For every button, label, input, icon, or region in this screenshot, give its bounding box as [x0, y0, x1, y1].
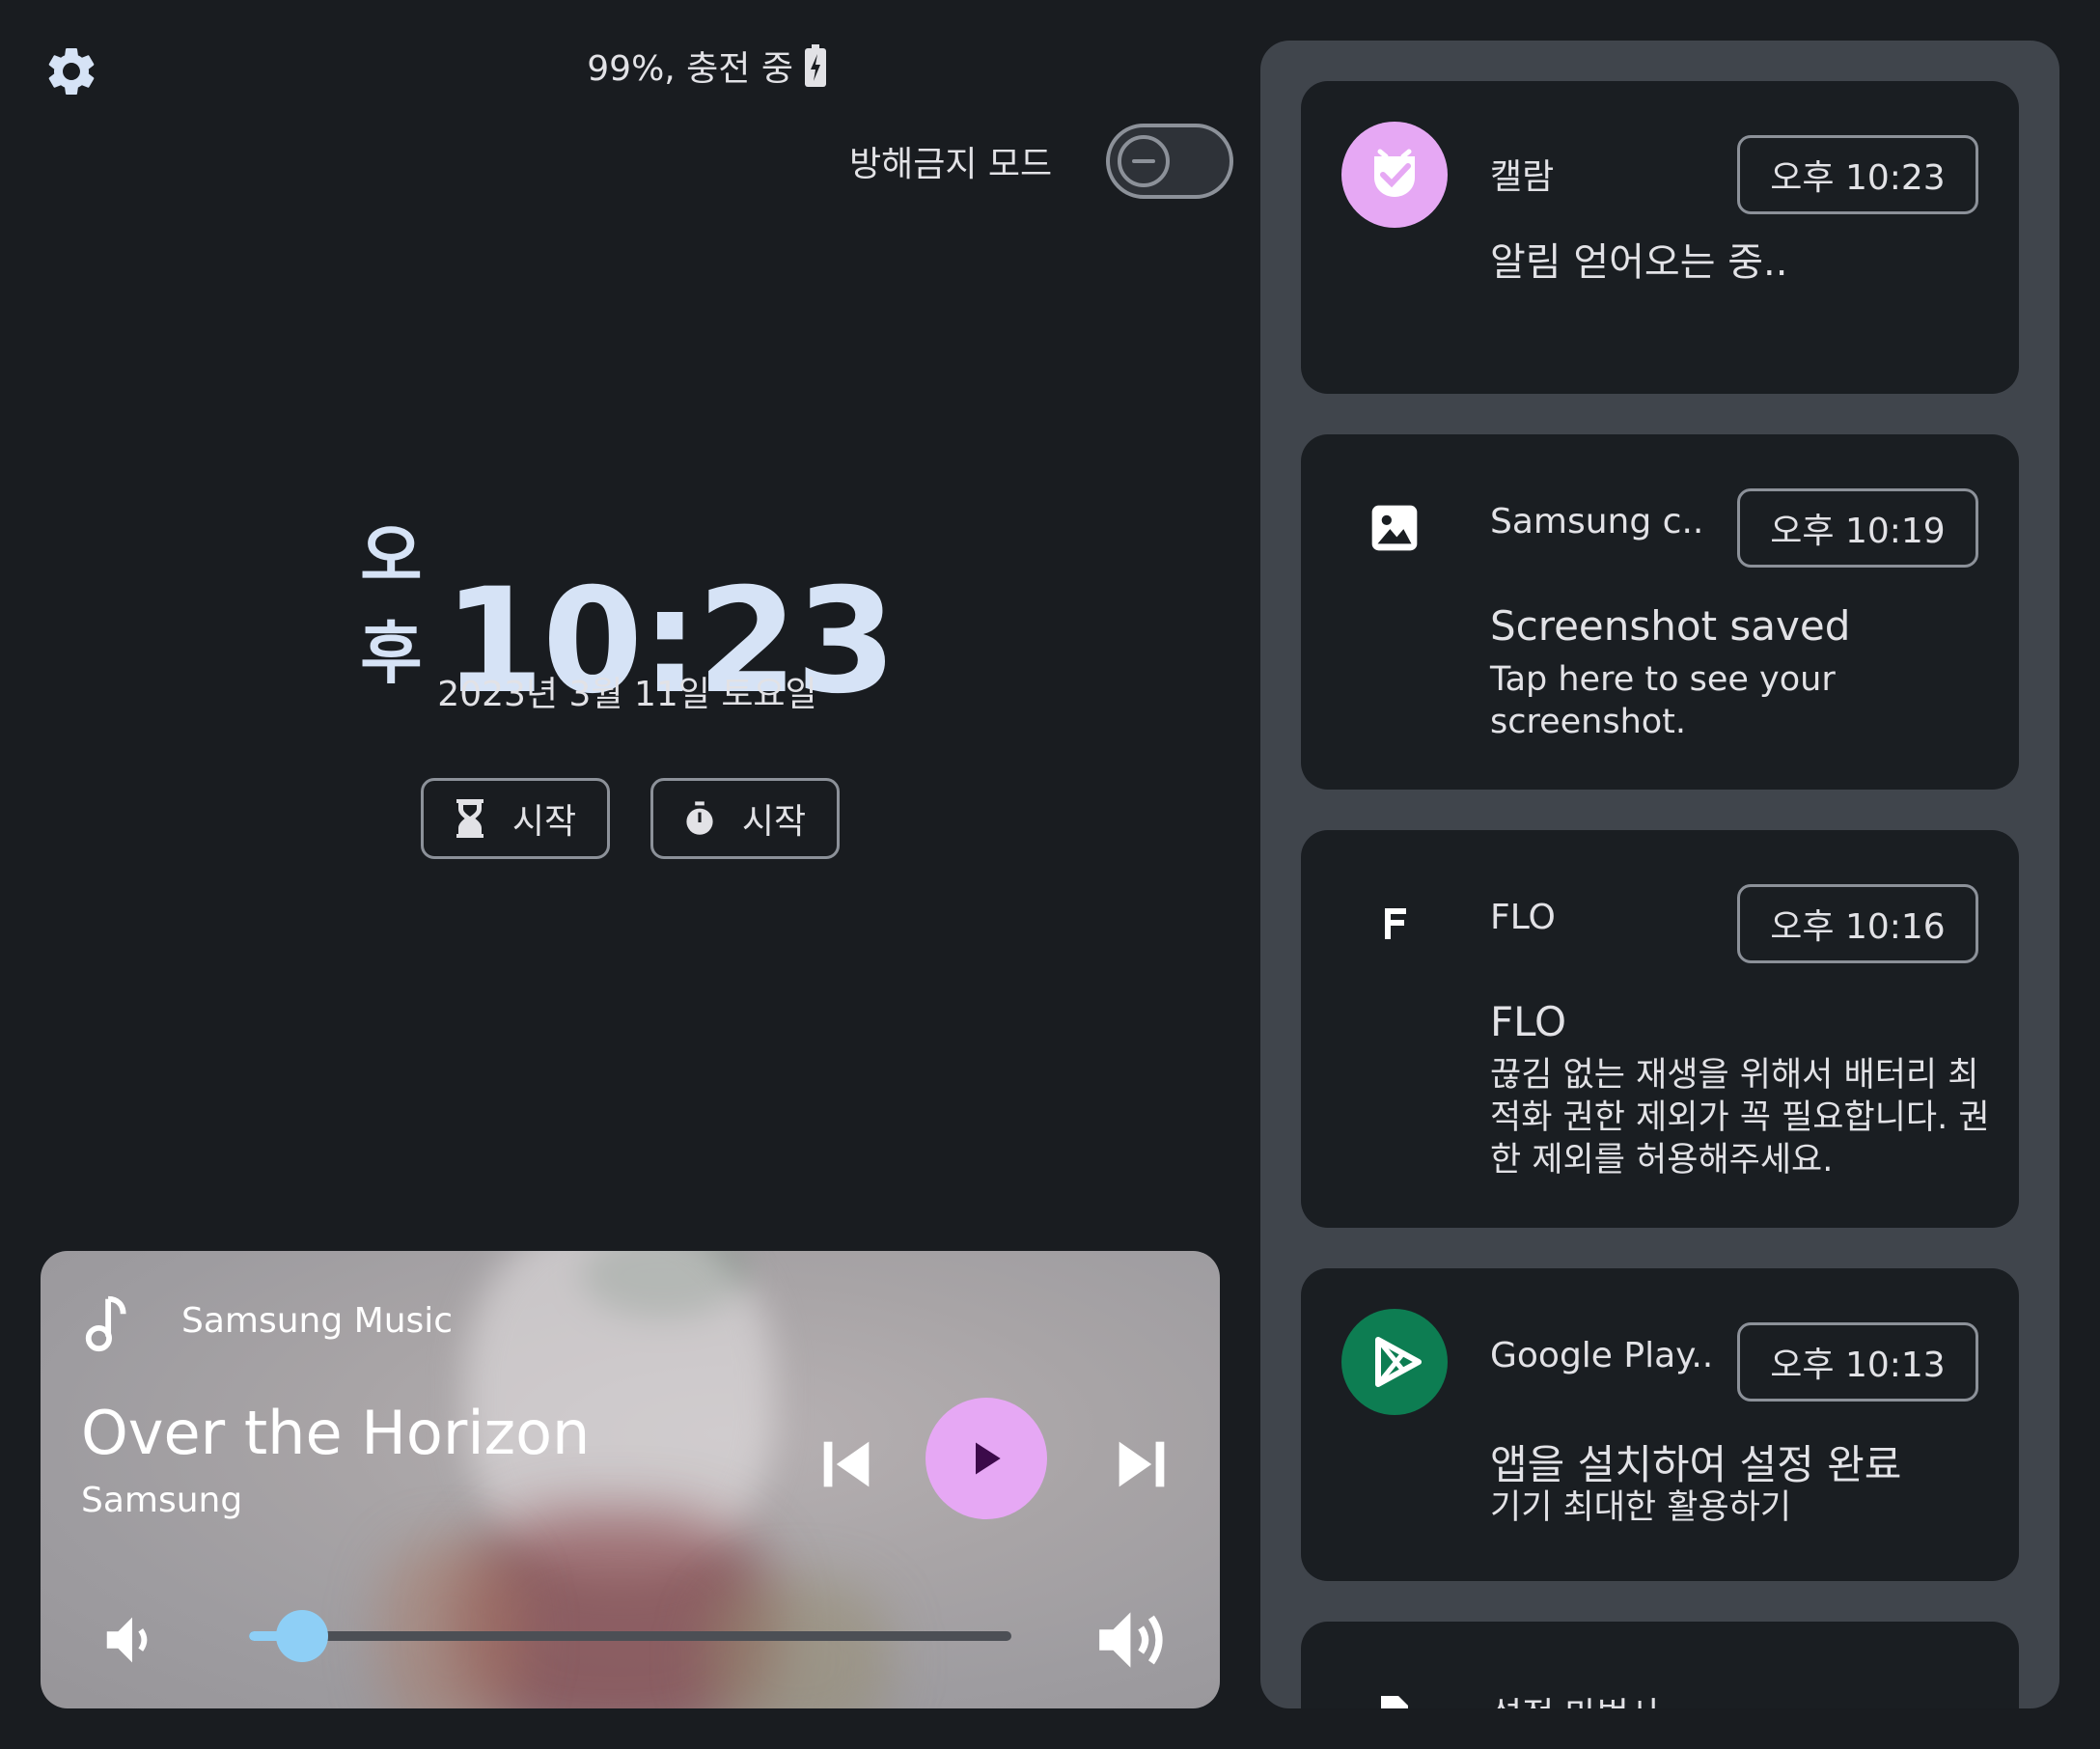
media-player-card: Samsung Music Over the Horizon Samsung [41, 1251, 1220, 1708]
notification-app-name: 설정 마법사 [1490, 1687, 1661, 1708]
volume-down-icon[interactable] [98, 1606, 166, 1674]
notification-app-name: Google Play.. [1490, 1336, 1714, 1375]
notification-app-name: Samsung c.. [1490, 502, 1704, 541]
dnd-toggle[interactable] [1106, 124, 1233, 199]
stopwatch-icon [686, 801, 713, 835]
settings-gear-icon[interactable] [42, 42, 100, 100]
date-text: 2023년 3월 11일 토요일 [437, 675, 817, 714]
music-note-icon [85, 1291, 139, 1355]
google-play-icon [1341, 1309, 1448, 1415]
notification-app-name: 캘람 [1490, 157, 1555, 197]
timer-start-label: 시작 [511, 802, 577, 842]
notification-card[interactable]: 캘람 오후 10:23 알림 얻어오는 중.. [1301, 81, 2019, 394]
media-artist: Samsung [81, 1481, 243, 1520]
notification-title: FLO [1490, 998, 1567, 1045]
volume-up-icon[interactable] [1092, 1598, 1175, 1681]
notification-title: 앱을 설치하여 설정 완료 [1490, 1441, 1902, 1488]
play-icon [976, 1442, 1001, 1475]
battery-status: 99%, 충전 중 [587, 39, 826, 93]
battery-charging-icon [805, 44, 826, 87]
notification-time: 오후 10:23 [1737, 135, 1978, 214]
notification-card[interactable]: Google Play.. 오후 10:13 앱을 설치하여 설정 완료 기기 … [1301, 1268, 2019, 1581]
hourglass-icon [456, 799, 484, 838]
notification-body: Tap here to see your screenshot. [1490, 660, 1836, 741]
image-icon [1341, 475, 1448, 581]
media-title: Over the Horizon [81, 1398, 591, 1468]
notification-title: Screenshot saved [1490, 602, 1851, 650]
play-button[interactable] [926, 1398, 1047, 1519]
dnd-row: 방해금지 모드 [849, 118, 1233, 205]
dnd-label: 방해금지 모드 [849, 145, 1053, 184]
stopwatch-start-label: 시작 [741, 802, 807, 842]
notification-time: 오후 10:16 [1737, 884, 1978, 963]
notification-card[interactable]: Samsung c.. 오후 10:19 Screenshot saved Ta… [1301, 434, 2019, 790]
previous-track-icon[interactable] [813, 1430, 880, 1498]
notification-panel[interactable]: 캘람 오후 10:23 알림 얻어오는 중.. Samsung c.. 오후 1… [1260, 41, 2059, 1708]
notification-time: 오후 10:19 [1737, 488, 1978, 568]
stopwatch-start-button[interactable]: 시작 [650, 778, 840, 859]
notification-body: 알림 얻어오는 중.. [1490, 240, 1788, 285]
battery-text: 99%, 충전 중 [587, 49, 793, 89]
flo-icon [1341, 871, 1448, 977]
notification-card[interactable]: FLO 오후 10:16 FLO 끊김 없는 재생을 위해서 배터리 최적화 권… [1301, 830, 2019, 1228]
notification-time: 오후 10:13 [1737, 1322, 1978, 1402]
volume-thumb[interactable] [276, 1610, 329, 1662]
notification-body: 끊김 없는 재생을 위해서 배터리 최적화 권한 제외가 꼭 필요합니다. 권한… [1490, 1056, 1990, 1180]
dnd-minus-icon [1118, 135, 1170, 187]
media-app-name: Samsung Music [181, 1301, 454, 1341]
volume-slider[interactable] [249, 1610, 1011, 1662]
calarm-icon [1341, 122, 1448, 228]
notification-card[interactable]: 설정 마법사 [1301, 1622, 2019, 1708]
notification-app-name: FLO [1490, 898, 1556, 937]
file-icon [1341, 1662, 1448, 1708]
next-track-icon[interactable] [1108, 1430, 1175, 1498]
notification-body: 기기 최대한 활용하기 [1490, 1488, 1792, 1527]
timer-start-button[interactable]: 시작 [421, 778, 610, 859]
